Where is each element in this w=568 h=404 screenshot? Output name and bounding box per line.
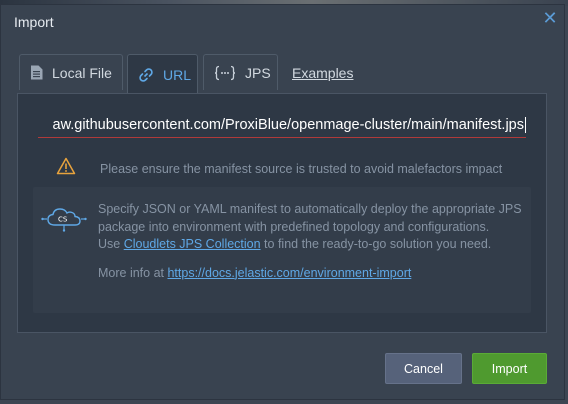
tab-jps[interactable]: JPS — [203, 54, 278, 90]
tab-label: URL — [163, 66, 192, 83]
info-text: Specify JSON or YAML manifest to automat… — [98, 201, 523, 282]
info-description: Specify JSON or YAML manifest to automat… — [98, 202, 522, 234]
use-suffix: to find the ready-to-go solution you nee… — [260, 237, 492, 251]
more-prefix: More info at — [98, 265, 168, 280]
info-box: CS Specify JSON or YAML manifest to auto… — [33, 187, 531, 313]
text-caret — [525, 117, 526, 133]
cancel-button[interactable]: Cancel — [385, 353, 462, 384]
warning-icon — [56, 157, 76, 180]
use-prefix: Use — [98, 237, 124, 251]
warning-text: Please ensure the manifest source is tru… — [100, 161, 503, 176]
tab-label: JPS — [245, 64, 271, 81]
link-icon — [138, 67, 154, 83]
examples-link[interactable]: Examples — [292, 65, 353, 81]
manifest-url-value: aw.githubusercontent.com/ProxiBlue/openm… — [52, 117, 525, 133]
trust-warning: Please ensure the manifest source is tru… — [56, 157, 502, 180]
tab-local-file[interactable]: Local File — [19, 54, 123, 90]
cloudlets-cs-icon: CS — [41, 206, 87, 237]
tab-label: Local File — [52, 64, 112, 81]
manifest-url-input[interactable]: aw.githubusercontent.com/ProxiBlue/openm… — [38, 113, 526, 138]
file-icon — [30, 65, 43, 80]
info-use-line: Use Cloudlets JPS Collection to find the… — [98, 236, 523, 254]
svg-text:CS: CS — [58, 216, 68, 224]
dialog-title: Import — [14, 14, 54, 30]
docs-link[interactable]: https://docs.jelastic.com/environment-im… — [167, 266, 411, 280]
more-info-line: More info at https://docs.jelastic.com/e… — [98, 265, 523, 283]
tab-url[interactable]: URL — [127, 54, 198, 94]
import-dialog: Import ✕ Local File URL JPS Examples aw.… — [0, 4, 565, 400]
braces-icon — [214, 65, 236, 81]
cloudlets-jps-collection-link[interactable]: Cloudlets JPS Collection — [124, 237, 261, 251]
close-icon[interactable]: ✕ — [542, 8, 558, 28]
import-button[interactable]: Import — [472, 353, 547, 384]
url-panel: aw.githubusercontent.com/ProxiBlue/openm… — [17, 93, 547, 333]
